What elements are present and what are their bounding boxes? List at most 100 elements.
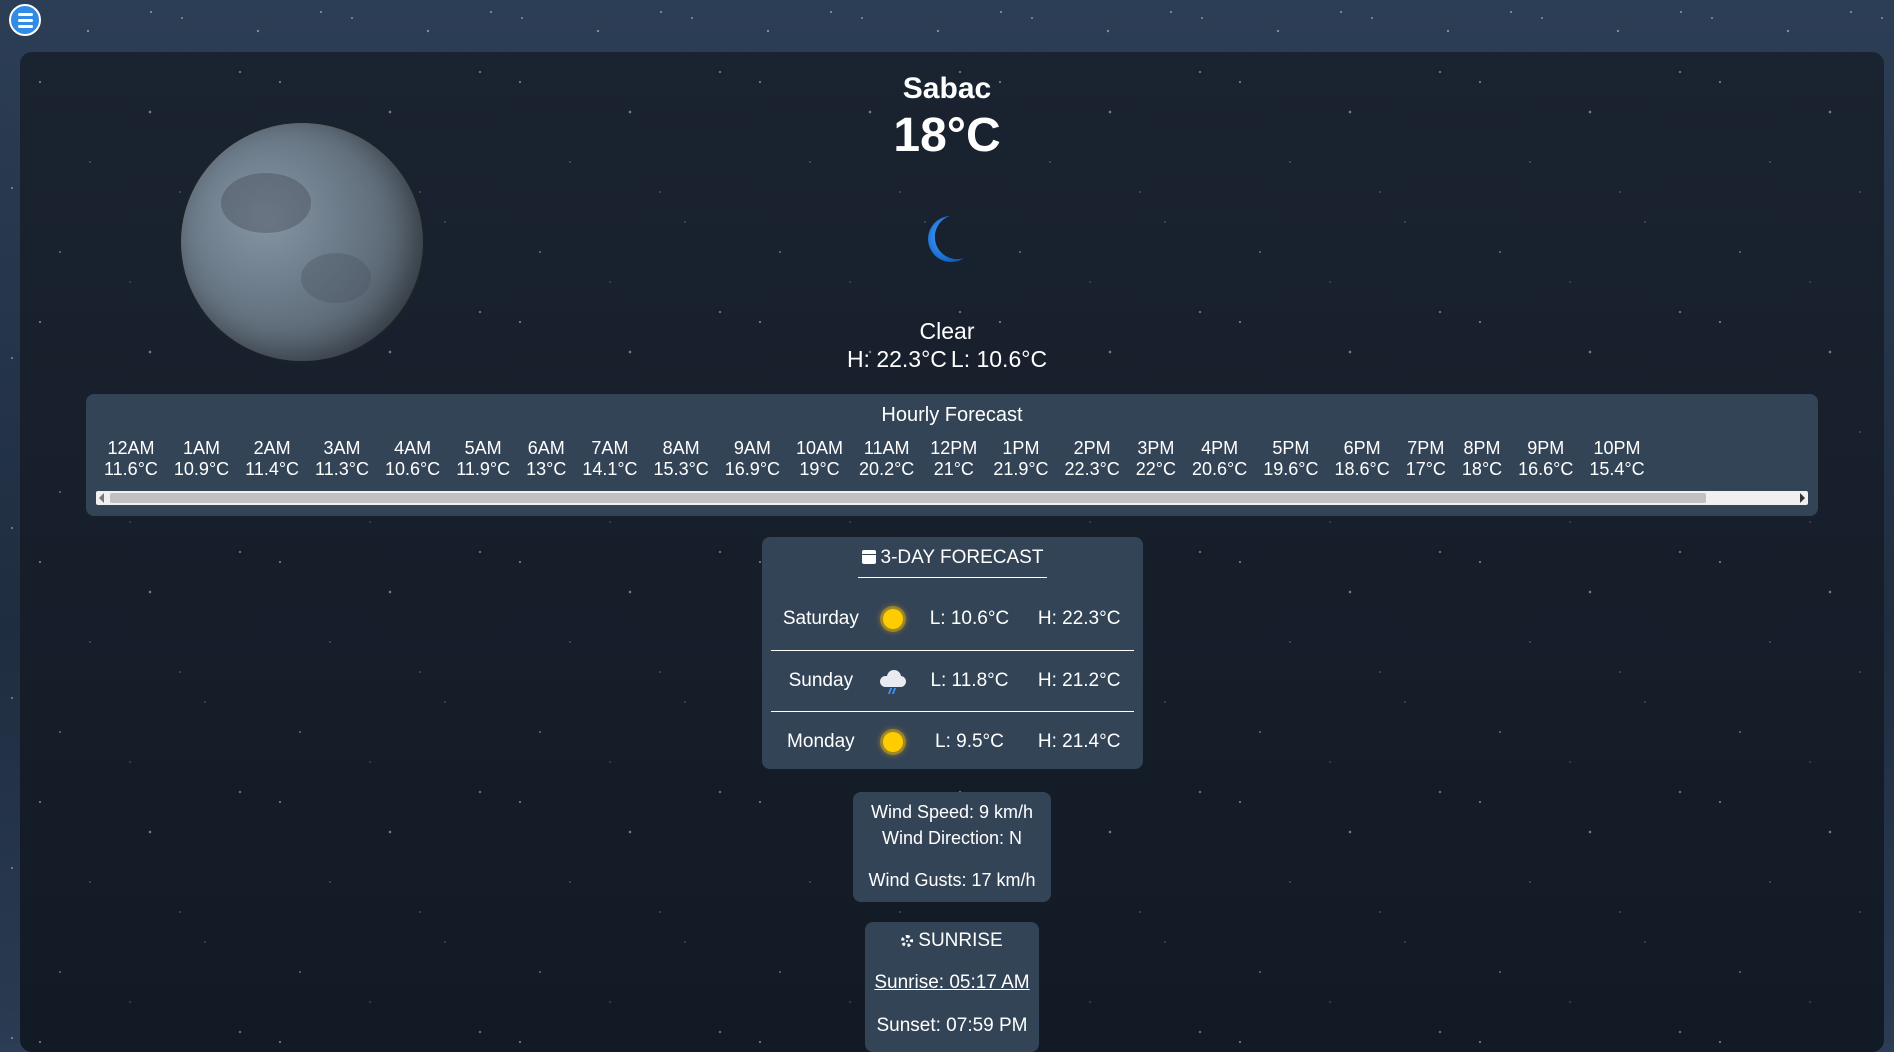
calendar-icon — [861, 550, 876, 564]
hourly-temp: 10.6°C — [384, 459, 441, 478]
day-low: L: 10.6°C — [929, 608, 1010, 629]
hourly-item: 1AM 10.9°C — [166, 438, 237, 478]
hourly-item: 10PM 15.4°C — [1581, 438, 1652, 478]
hourly-forecast-panel: Hourly Forecast 12AM 11.6°C 1AM 10.9°C 2AM 11… — [86, 394, 1818, 516]
day-name: Saturday — [782, 608, 859, 629]
hourly-temp: 16.6°C — [1518, 459, 1574, 478]
scroll-right-icon[interactable] — [1800, 493, 1805, 503]
hourly-time: 4PM — [1201, 438, 1239, 458]
today-low: L: 10.6°C — [950, 346, 1048, 372]
sun-icon — [871, 732, 915, 752]
hourly-time: 9PM — [1527, 438, 1565, 458]
hourly-time: 3PM — [1137, 438, 1175, 458]
hourly-item: 4PM 20.6°C — [1184, 438, 1255, 478]
scroll-left-icon[interactable] — [99, 493, 104, 503]
day-high: H: 22.3°C — [1037, 608, 1121, 629]
hourly-forecast-title: Hourly Forecast — [881, 404, 1023, 426]
current-temperature: 18°C — [893, 109, 1001, 162]
hourly-time: 7PM — [1407, 438, 1445, 458]
hourly-time: 10AM — [796, 438, 844, 458]
hourly-temp: 16.9°C — [724, 459, 781, 478]
hourly-item: 2PM 22.3°C — [1057, 438, 1128, 478]
hourly-time: 6PM — [1343, 438, 1381, 458]
hourly-time: 5AM — [464, 438, 502, 458]
hourly-item: 2AM 11.4°C — [237, 438, 307, 478]
hourly-item: 12AM 11.6°C — [96, 438, 166, 478]
hamburger-menu-icon[interactable] — [9, 4, 41, 36]
hourly-item: 8AM 15.3°C — [646, 438, 717, 478]
hourly-temp: 11.4°C — [245, 459, 300, 478]
hourly-item: 7AM 14.1°C — [574, 438, 645, 478]
sun-gear-icon — [901, 935, 914, 947]
hourly-time: 12PM — [930, 438, 978, 458]
hourly-time: 4AM — [394, 438, 432, 458]
hourly-item: 11AM 20.2°C — [851, 438, 922, 478]
three-day-forecast-panel: 3-DAY FORECAST Saturday L: 10.6°C H: 22.… — [762, 537, 1143, 769]
today-high: H: 22.3°C — [846, 346, 947, 372]
hourly-temp: 15.3°C — [653, 459, 709, 478]
forecast-row-sunday: Sunday L: 11.8°C H: 21.2°C — [771, 650, 1134, 711]
scroll-thumb[interactable] — [110, 493, 1706, 503]
hourly-temp: 19°C — [799, 459, 840, 478]
hourly-time: 6AM — [527, 438, 565, 458]
hourly-item: 9PM 16.6°C — [1510, 438, 1581, 478]
rain-cloud-icon — [871, 668, 915, 694]
hourly-item: 12PM 21°C — [922, 438, 985, 478]
hourly-time: 10PM — [1593, 438, 1641, 458]
hourly-time: 3AM — [323, 438, 361, 458]
day-high: H: 21.4°C — [1037, 731, 1121, 752]
hourly-scrollbar[interactable] — [96, 491, 1808, 505]
hourly-temp: 11.6°C — [104, 459, 158, 478]
day-low: L: 11.8°C — [930, 670, 1009, 691]
hourly-item: 5PM 19.6°C — [1255, 438, 1326, 478]
hourly-item: 6PM 18.6°C — [1326, 438, 1397, 478]
hourly-temp: 19.6°C — [1263, 459, 1319, 478]
city-name: Sabac — [902, 72, 992, 105]
hourly-item: 4AM 10.6°C — [377, 438, 448, 478]
hourly-item: 8PM 18°C — [1454, 438, 1510, 478]
forecast-row-monday: Monday L: 9.5°C H: 21.4°C — [771, 711, 1134, 772]
hourly-temp: 20.2°C — [859, 459, 915, 478]
hourly-item: 3PM 22°C — [1128, 438, 1184, 478]
hourly-temp: 17°C — [1405, 459, 1446, 478]
hourly-time: 7AM — [591, 438, 629, 458]
hourly-time: 2AM — [253, 438, 291, 458]
hourly-temp: 22.3°C — [1064, 459, 1120, 478]
hourly-temp: 15.4°C — [1589, 459, 1645, 478]
hourly-item: 5AM 11.9°C — [448, 438, 518, 478]
hourly-temp: 18°C — [1461, 459, 1503, 478]
hourly-temp: 13°C — [526, 459, 567, 478]
sunset-time: Sunset: 07:59 PM — [876, 1015, 1028, 1036]
hourly-forecast-list[interactable]: 12AM 11.6°C 1AM 10.9°C 2AM 11.4°C 3AM 11.3°C 4AM… — [96, 438, 1808, 478]
three-day-forecast-title: 3-DAY FORECAST — [858, 547, 1047, 578]
hourly-item: 1PM 21.9°C — [985, 438, 1056, 478]
hourly-temp: 10.9°C — [173, 459, 230, 478]
hourly-item: 10AM 19°C — [788, 438, 851, 478]
wind-direction: Wind Direction: N — [881, 828, 1023, 848]
hourly-time: 1PM — [1002, 438, 1040, 458]
sunrise-panel: SUNRISE Sunrise: 05:17 AM Sunset: 07:59 … — [865, 922, 1039, 1052]
hourly-time: 8AM — [662, 438, 700, 458]
hourly-time: 12AM — [107, 438, 155, 458]
hourly-temp: 20.6°C — [1192, 459, 1248, 478]
hourly-time: 9AM — [733, 438, 771, 458]
hourly-item: 6AM 13°C — [518, 438, 574, 478]
sunrise-time[interactable]: Sunrise: 05:17 AM — [865, 972, 1039, 994]
hourly-temp: 18.6°C — [1334, 459, 1390, 478]
high-low: H: 22.3°C L: 10.6°C — [0, 346, 1894, 373]
hourly-time: 2PM — [1073, 438, 1111, 458]
forecast-row-saturday: Saturday L: 10.6°C H: 22.3°C — [771, 589, 1134, 649]
hourly-time: 11AM — [863, 438, 910, 458]
sun-icon — [871, 609, 915, 629]
hourly-item: 9AM 16.9°C — [717, 438, 788, 478]
hourly-temp: 22°C — [1135, 459, 1176, 478]
hourly-time: 8PM — [1463, 438, 1501, 458]
day-low: L: 9.5°C — [935, 731, 1004, 752]
crescent-moon-icon — [928, 216, 964, 262]
weather-condition: Clear — [919, 318, 975, 344]
hourly-time: 5PM — [1272, 438, 1310, 458]
hourly-temp: 21.9°C — [993, 459, 1049, 478]
wind-gusts: Wind Gusts: 17 km/h — [868, 870, 1036, 890]
hourly-item: 3AM 11.3°C — [307, 438, 377, 478]
sunrise-title: SUNRISE — [865, 930, 1039, 952]
